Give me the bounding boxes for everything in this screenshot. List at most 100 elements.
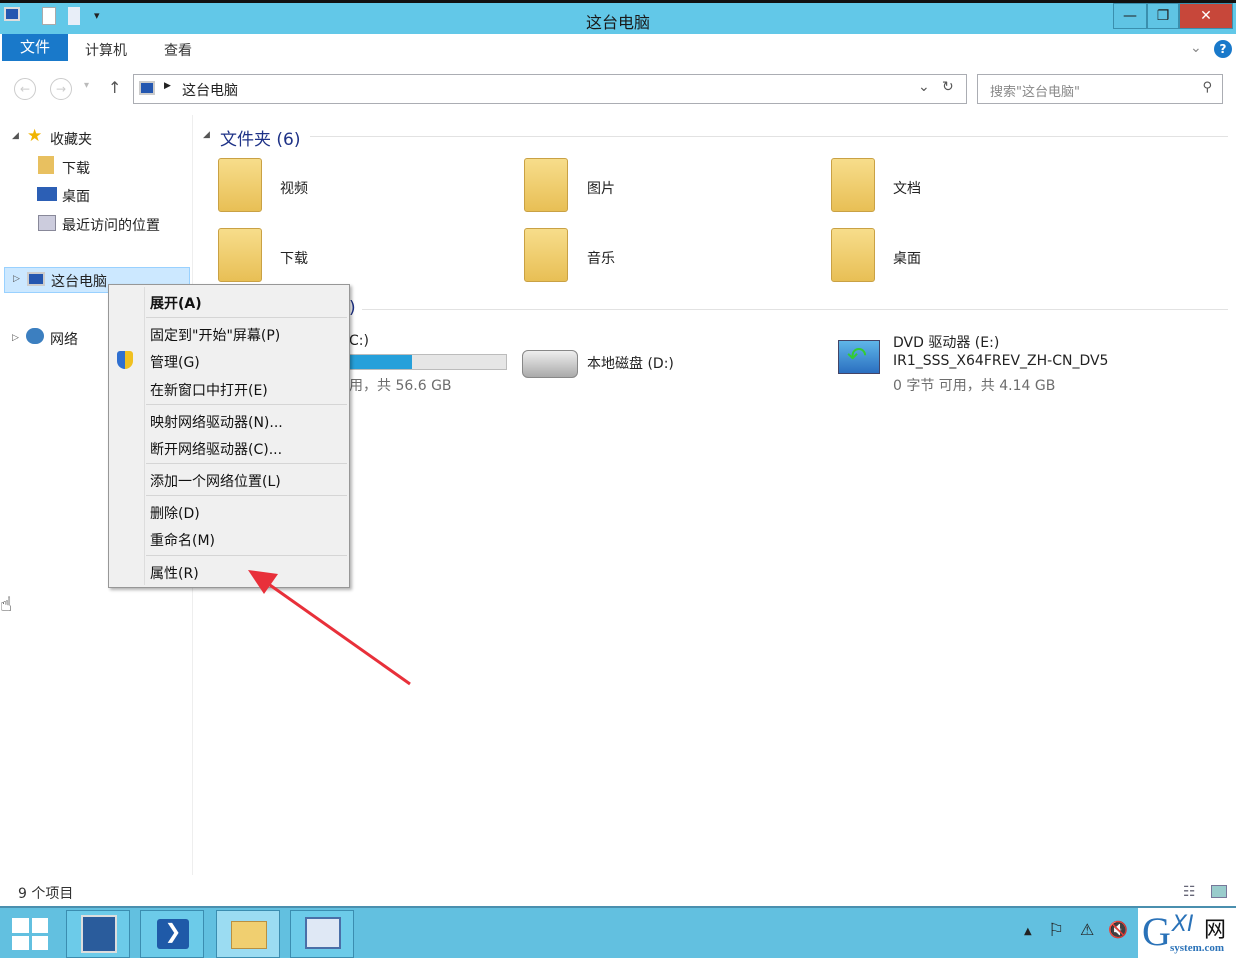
expand-ribbon-icon[interactable]: ⌄ xyxy=(1190,40,1202,56)
network-icon xyxy=(26,328,44,344)
menu-item-disconnect-drive[interactable]: 断开网络驱动器(C)... xyxy=(150,439,282,459)
drive-c-size: 用，共 56.6 GB xyxy=(349,378,452,394)
drive-d-label[interactable]: 本地磁盘 (D:) xyxy=(587,353,674,373)
drive-e-label[interactable]: DVD 驱动器 (E:) xyxy=(893,332,999,352)
status-bar: 9 个项目 ☷ xyxy=(0,876,1236,906)
menu-item-rename[interactable]: 重命名(M) xyxy=(150,530,215,550)
folder-icon xyxy=(524,228,568,282)
drive-c-usage-bar xyxy=(349,354,507,370)
menu-item-delete[interactable]: 删除(D) xyxy=(150,503,200,523)
drive-e-size: 0 字节 可用，共 4.14 GB xyxy=(893,378,1056,394)
start-button[interactable] xyxy=(12,918,48,950)
folder-icon xyxy=(218,228,262,282)
refresh-icon[interactable]: ↻ xyxy=(942,79,954,95)
nav-network[interactable]: 网络 xyxy=(50,329,78,349)
taskbar: ❯ ▲ ⚐ ⚠ 🔇 xyxy=(0,906,1236,958)
menu-item-pin-start[interactable]: 固定到"开始"屏幕(P) xyxy=(150,325,280,345)
hand-cursor-icon: ☝ xyxy=(0,592,13,616)
control-panel-button[interactable] xyxy=(290,910,354,958)
annotation-arrow xyxy=(248,570,411,686)
volume-muted-icon[interactable]: 🔇 xyxy=(1108,920,1128,939)
up-icon[interactable]: ↑ xyxy=(108,78,121,97)
watermark-logo: G XI 网 system.com xyxy=(1138,908,1236,958)
folder-music[interactable] xyxy=(524,228,568,282)
context-menu: 展开(A) 固定到"开始"屏幕(P) 管理(G) 在新窗口中打开(E) 映射网络… xyxy=(108,284,350,588)
tab-view[interactable]: 查看 xyxy=(164,40,192,60)
nav-item-desktop[interactable]: 桌面 xyxy=(62,186,90,206)
details-view-icon[interactable]: ☷ xyxy=(1183,884,1196,900)
folder-downloads[interactable] xyxy=(218,228,262,282)
server-manager-icon xyxy=(81,915,117,953)
menu-item-map-drive[interactable]: 映射网络驱动器(N)... xyxy=(150,412,283,432)
folder-label[interactable]: 下载 xyxy=(280,248,308,268)
breadcrumb-chevron-icon[interactable]: ▶ xyxy=(164,81,171,91)
tab-computer[interactable]: 计算机 xyxy=(85,40,127,60)
menu-item-add-network-location[interactable]: 添加一个网络位置(L) xyxy=(150,471,281,491)
large-icons-view-icon[interactable] xyxy=(1211,885,1227,898)
server-manager-button[interactable] xyxy=(66,910,130,958)
window-title: 这台电脑 xyxy=(585,13,650,32)
folder-icon xyxy=(831,158,875,212)
minimize-button[interactable]: — xyxy=(1113,3,1147,29)
folder-pictures[interactable] xyxy=(524,158,568,212)
expand-icon[interactable]: ▷ xyxy=(13,274,20,284)
restore-button[interactable]: ❐ xyxy=(1147,3,1179,29)
nav-item-recent[interactable]: 最近访问的位置 xyxy=(62,215,160,235)
desktop-icon xyxy=(37,187,57,201)
folder-label[interactable]: 图片 xyxy=(587,178,615,198)
network-warning-icon[interactable]: ⚠ xyxy=(1080,920,1094,939)
drive-c-label[interactable]: C:) xyxy=(349,333,369,349)
menu-item-expand[interactable]: 展开(A) xyxy=(150,293,202,313)
powershell-button[interactable]: ❯ xyxy=(140,910,204,958)
folder-desktop[interactable] xyxy=(831,228,875,282)
forward-icon[interactable]: → xyxy=(50,78,72,100)
file-explorer-button[interactable] xyxy=(216,910,280,958)
divider xyxy=(362,309,1228,310)
hard-drive-icon[interactable] xyxy=(522,350,578,378)
dvd-drive-icon[interactable]: ↶ xyxy=(838,340,880,374)
help-icon[interactable]: ? xyxy=(1214,40,1232,58)
recent-places-icon xyxy=(38,215,56,231)
nav-this-pc-label: 这台电脑 xyxy=(51,274,107,290)
address-dropdown-icon[interactable]: ⌄ xyxy=(918,79,930,95)
search-input[interactable]: 搜索"这台电脑" ⚲ xyxy=(977,74,1223,104)
computer-icon xyxy=(27,272,45,286)
drive-e-volume: IR1_SSS_X64FREV_ZH-CN_DV5 xyxy=(893,353,1109,369)
search-placeholder: 搜索"这台电脑" xyxy=(990,85,1080,100)
folder-icon xyxy=(218,158,262,212)
folder-videos[interactable] xyxy=(218,158,262,212)
control-panel-icon xyxy=(305,917,341,949)
folder-label[interactable]: 文档 xyxy=(893,178,921,198)
action-center-flag-icon[interactable]: ⚐ xyxy=(1048,920,1064,941)
nav-favorites[interactable]: 收藏夹 xyxy=(50,129,92,149)
folder-documents[interactable] xyxy=(831,158,875,212)
close-button[interactable]: ✕ xyxy=(1179,3,1233,29)
star-icon: ★ xyxy=(27,126,43,146)
tab-file[interactable]: 文件 xyxy=(2,34,68,61)
breadcrumb-this-pc[interactable]: 这台电脑 xyxy=(182,80,238,100)
menu-item-open-new-window[interactable]: 在新窗口中打开(E) xyxy=(150,380,268,400)
folder-label[interactable]: 视频 xyxy=(280,178,308,198)
menu-item-properties[interactable]: 属性(R) xyxy=(150,563,199,583)
recent-locations-icon[interactable]: ▾ xyxy=(84,80,89,91)
collapse-icon[interactable]: ◢ xyxy=(12,131,19,141)
search-icon: ⚲ xyxy=(1202,80,1212,95)
show-hidden-icons[interactable]: ▲ xyxy=(1024,926,1032,937)
expand-icon[interactable]: ▷ xyxy=(12,333,19,343)
powershell-icon: ❯ xyxy=(157,919,189,949)
divider xyxy=(310,136,1228,137)
collapse-icon[interactable]: ◢ xyxy=(203,130,210,140)
menu-item-manage[interactable]: 管理(G) xyxy=(150,352,200,372)
title-bar: ▾ 这台电脑 — ❐ ✕ xyxy=(0,0,1236,34)
folder-icon xyxy=(231,921,267,949)
folder-label[interactable]: 桌面 xyxy=(893,248,921,268)
back-icon[interactable]: ← xyxy=(14,78,36,100)
address-bar[interactable]: ▶ 这台电脑 ⌄ ↻ xyxy=(133,74,967,104)
folder-label[interactable]: 音乐 xyxy=(587,248,615,268)
item-count: 9 个项目 xyxy=(18,886,74,902)
folder-icon xyxy=(831,228,875,282)
downloads-icon xyxy=(38,156,54,174)
folders-header[interactable]: 文件夹 (6) xyxy=(220,125,300,150)
folder-icon xyxy=(524,158,568,212)
nav-item-downloads[interactable]: 下载 xyxy=(62,158,90,178)
